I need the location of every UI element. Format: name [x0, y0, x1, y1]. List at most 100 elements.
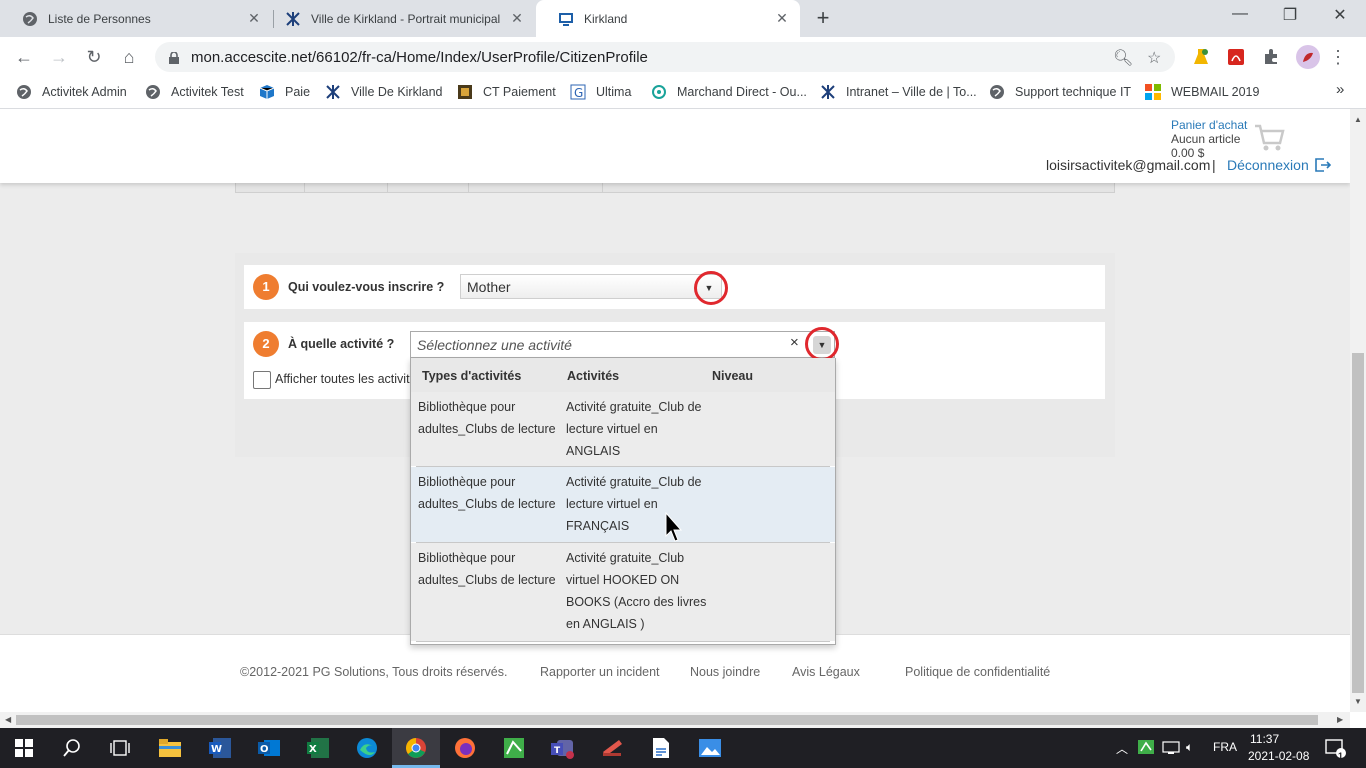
- scroll-right-icon[interactable]: ▶: [1337, 715, 1343, 724]
- bookmarks-overflow-button[interactable]: »: [1336, 81, 1344, 98]
- person-select[interactable]: Mother: [460, 274, 722, 299]
- volume-icon[interactable]: 🔈︎: [1186, 740, 1193, 755]
- logout-link[interactable]: Déconnexion: [1227, 157, 1309, 173]
- activity-name: Activité gratuite_Club de lecture virtue…: [566, 471, 711, 537]
- tab-liste-de-personnes[interactable]: Liste de Personnes ✕: [0, 0, 272, 37]
- activity-type: Bibliothèque pour adultes_Clubs de lectu…: [418, 471, 558, 515]
- activity-select[interactable]: Sélectionnez une activité: [410, 331, 835, 358]
- bookmark-ville-de-kirkland[interactable]: Ville De Kirkland: [325, 84, 442, 100]
- forward-arrow-icon[interactable]: →: [47, 45, 71, 69]
- reload-icon[interactable]: ↻: [82, 45, 106, 69]
- scroll-left-icon[interactable]: ◀: [5, 715, 11, 724]
- list-item[interactable]: Bibliothèque pour adultes_Clubs de lectu…: [411, 543, 835, 641]
- shopping-cart-icon[interactable]: [1254, 123, 1286, 153]
- logout-icon[interactable]: [1315, 158, 1332, 172]
- address-bar[interactable]: mon.accescite.net/66102/fr-ca/Home/Index…: [155, 42, 1175, 72]
- footer-legal-link[interactable]: Avis Légaux: [792, 665, 860, 679]
- vertical-scrollbar[interactable]: ▲ ▼: [1350, 109, 1366, 712]
- home-icon[interactable]: ⌂: [117, 45, 141, 69]
- bookmark-ultima[interactable]: G Ultima: [570, 84, 631, 100]
- minimize-icon[interactable]: —: [1220, 5, 1260, 23]
- svg-text:T: T: [554, 746, 561, 756]
- back-arrow-icon[interactable]: ←: [12, 45, 36, 69]
- clear-selection-icon[interactable]: ×: [790, 334, 799, 351]
- merchant-icon: [651, 84, 667, 100]
- bookmark-marchand-direct[interactable]: Marchand Direct - Ou...: [651, 84, 807, 100]
- user-email: loisirsactivitek@gmail.com: [1046, 157, 1211, 173]
- photos-app-icon[interactable]: [696, 734, 724, 762]
- activity-type-line: adultes_Clubs de lecture: [418, 497, 556, 511]
- teams-icon[interactable]: T: [549, 734, 577, 762]
- bookmark-webmail[interactable]: WEBMAIL 2019: [1145, 84, 1259, 100]
- list-item[interactable]: Bibliothèque pour adultes_Clubs de lectu…: [411, 392, 835, 466]
- activity-type: Bibliothèque pour adultes_Clubs de lectu…: [418, 396, 558, 440]
- clock-time[interactable]: 11:37: [1250, 732, 1279, 746]
- horizontal-scrollbar[interactable]: ◀ ▶: [0, 712, 1350, 728]
- bookmark-activitek-test[interactable]: Activitek Test: [145, 84, 244, 100]
- tab-ville-de-kirkland[interactable]: Ville de Kirkland - Portrait municipal ✕: [263, 0, 535, 37]
- bookmark-support-technique[interactable]: Support technique IT: [989, 84, 1131, 100]
- edge-icon[interactable]: [353, 734, 381, 762]
- task-view-icon[interactable]: [106, 734, 134, 762]
- extension-flask-icon[interactable]: [1191, 47, 1211, 67]
- globe-icon: [16, 84, 32, 100]
- excel-icon[interactable]: X: [304, 734, 332, 762]
- menu-dots-icon[interactable]: ⋮: [1326, 45, 1350, 69]
- close-icon[interactable]: ✕: [509, 10, 525, 27]
- clock-date[interactable]: 2021-02-08: [1248, 749, 1309, 763]
- profile-avatar[interactable]: [1296, 45, 1320, 69]
- list-item[interactable]: Bibliothèque pour adultes_Clubs de lectu…: [411, 467, 835, 542]
- bookmark-star-icon[interactable]: ☆: [1147, 48, 1161, 68]
- notification-center-icon[interactable]: [1325, 738, 1347, 761]
- tray-overflow-icon[interactable]: ︿: [1116, 740, 1128, 757]
- svg-text:O: O: [260, 744, 269, 755]
- pdf-extension-icon[interactable]: [1226, 47, 1246, 67]
- scrollbar-thumb[interactable]: [16, 715, 1318, 725]
- word-icon[interactable]: W: [206, 734, 234, 762]
- chrome-icon[interactable]: [402, 734, 430, 762]
- search-icon[interactable]: [58, 734, 86, 762]
- file-explorer-icon[interactable]: [156, 734, 184, 762]
- lock-icon: [169, 51, 179, 64]
- scroll-up-icon[interactable]: ▲: [1354, 115, 1362, 124]
- footer-report-link[interactable]: Rapporter un incident: [540, 665, 660, 679]
- bookmark-paie[interactable]: Paie: [259, 84, 310, 100]
- tab-title: Liste de Personnes: [48, 11, 151, 26]
- footer-privacy-link[interactable]: Politique de confidentialité: [905, 665, 1050, 679]
- books-app-icon[interactable]: [598, 734, 626, 762]
- close-icon[interactable]: ✕: [246, 10, 262, 27]
- step-2-label: À quelle activité ?: [288, 337, 395, 351]
- language-indicator[interactable]: FRA: [1213, 740, 1237, 754]
- outlook-icon[interactable]: O: [255, 734, 283, 762]
- bookmark-intranet[interactable]: Intranet – Ville de | To...: [820, 84, 977, 100]
- map-app-icon[interactable]: [500, 734, 528, 762]
- network-icon[interactable]: [1162, 740, 1180, 757]
- bookmark-ct-paiement[interactable]: CT Paiement: [457, 84, 556, 100]
- globe-icon: [145, 84, 161, 100]
- bookmark-label: Ville De Kirkland: [351, 85, 443, 99]
- puzzle-extensions-icon[interactable]: [1261, 47, 1281, 67]
- bookmark-activitek-admin[interactable]: Activitek Admin: [16, 84, 127, 100]
- new-tab-button[interactable]: +: [812, 6, 834, 30]
- scroll-down-icon[interactable]: ▼: [1354, 697, 1362, 706]
- window-close-icon[interactable]: ✕: [1320, 5, 1360, 25]
- maximize-icon[interactable]: ❐: [1270, 5, 1310, 25]
- scrollbar-thumb[interactable]: [1352, 353, 1364, 693]
- activity-type-line: adultes_Clubs de lecture: [418, 573, 556, 587]
- tab-kirkland[interactable]: Kirkland ✕: [536, 0, 800, 37]
- tray-app-icon[interactable]: [1138, 740, 1154, 757]
- cart-title[interactable]: Panier d'achat: [1171, 118, 1247, 132]
- kirkland-logo-icon: [325, 84, 341, 100]
- activity-type-line: Bibliothèque pour: [418, 551, 516, 565]
- row-divider: [416, 641, 830, 642]
- footer-contact-link[interactable]: Nous joindre: [690, 665, 760, 679]
- document-app-icon[interactable]: [647, 734, 675, 762]
- kirkland-logo-icon: [820, 84, 836, 100]
- windows-start-icon[interactable]: [10, 734, 38, 762]
- activity-name-line: BOOKS (Accro des livres: [566, 595, 707, 609]
- close-icon[interactable]: ✕: [774, 10, 790, 27]
- browser-toolbar: ← → ↻ ⌂ mon.accescite.net/66102/fr-ca/Ho…: [0, 37, 1366, 77]
- show-all-checkbox[interactable]: [253, 371, 271, 389]
- firefox-icon[interactable]: [451, 734, 479, 762]
- zoom-icon[interactable]: 🔍︎: [1113, 48, 1133, 68]
